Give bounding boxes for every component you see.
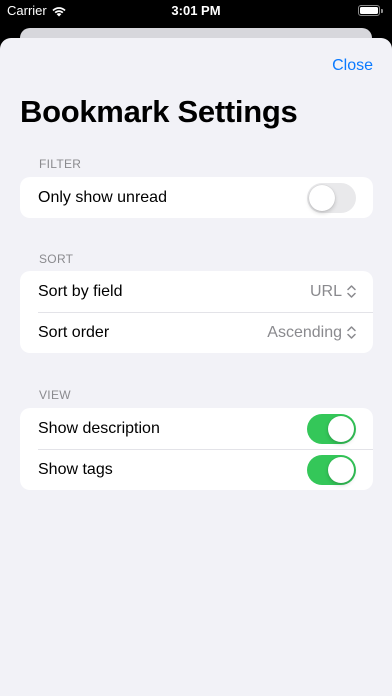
show-tags-toggle[interactable] xyxy=(307,454,356,485)
section-header-sort: SORT xyxy=(39,252,74,266)
sort-order-picker[interactable]: Ascending xyxy=(267,324,356,342)
row-label: Sort order xyxy=(38,323,110,341)
sort-field-value: URL xyxy=(309,282,342,300)
battery-icon xyxy=(358,5,384,17)
toggle-knob xyxy=(328,456,354,483)
row-sort-order[interactable]: Sort order Ascending xyxy=(20,312,373,353)
chevron-up-down-icon xyxy=(347,326,356,339)
sort-field-picker[interactable]: URL xyxy=(310,283,356,301)
view-group: Show description Show tags xyxy=(20,408,373,490)
row-show-description: Show description xyxy=(20,408,373,449)
row-only-show-unread: Only show unread xyxy=(20,177,373,218)
row-label: Only show unread xyxy=(38,188,167,206)
status-bar: Carrier 3:01 PM xyxy=(0,0,392,22)
chevron-up-down-icon xyxy=(347,285,356,298)
page-title: Bookmark Settings xyxy=(20,94,298,129)
row-label: Sort by field xyxy=(38,282,123,300)
section-header-filter: FILTER xyxy=(39,157,82,171)
settings-sheet: Close Bookmark Settings FILTER Only show… xyxy=(0,38,392,696)
show-description-toggle[interactable] xyxy=(307,413,356,444)
screen: Carrier 3:01 PM Close Bookmark Settings … xyxy=(0,0,392,696)
filter-group: Only show unread xyxy=(20,177,373,218)
row-show-tags: Show tags xyxy=(20,449,373,490)
sort-order-value: Ascending xyxy=(267,323,342,341)
close-button[interactable]: Close xyxy=(332,57,373,75)
row-label: Show description xyxy=(38,419,160,437)
row-label: Show tags xyxy=(38,460,113,478)
status-time: 3:01 PM xyxy=(171,3,221,18)
row-sort-by-field[interactable]: Sort by field URL xyxy=(20,271,373,312)
sort-group: Sort by field URL Sort order Ascending xyxy=(20,271,373,353)
toggle-knob xyxy=(309,184,335,211)
toggle-knob xyxy=(328,415,354,442)
only-show-unread-toggle[interactable] xyxy=(307,182,356,213)
section-header-view: VIEW xyxy=(39,388,71,402)
